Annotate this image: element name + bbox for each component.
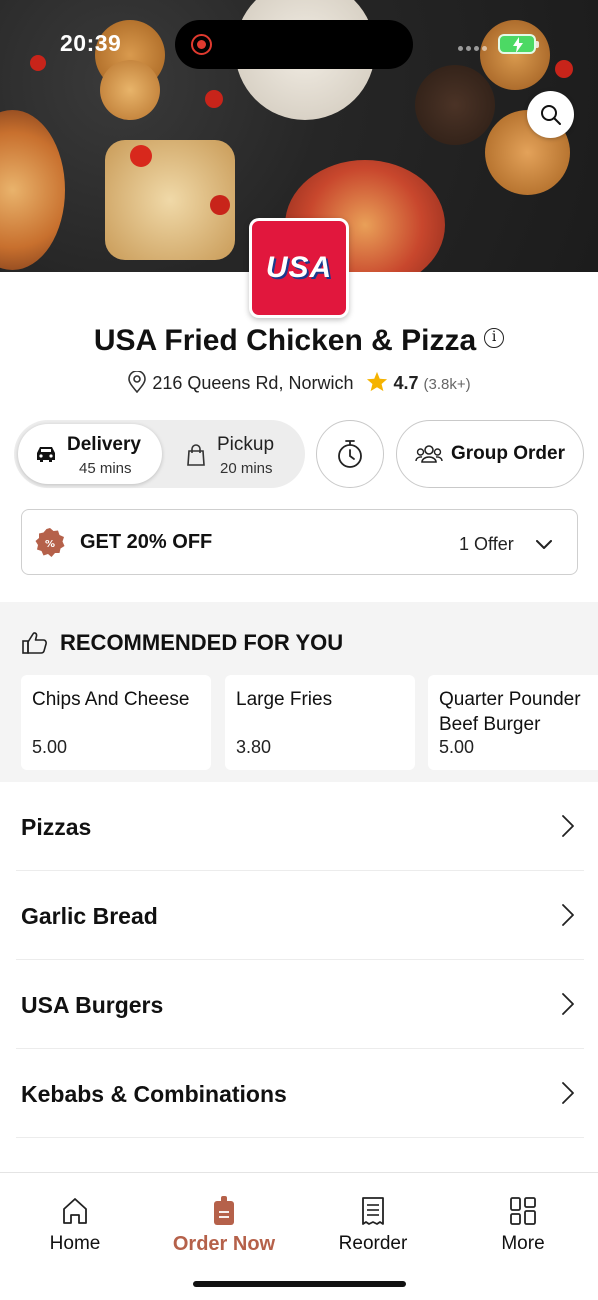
star-icon xyxy=(367,371,388,392)
restaurant-logo: USA xyxy=(249,218,349,318)
tab-label: Home xyxy=(49,1233,101,1254)
category-label: Pizzas xyxy=(21,814,92,840)
chevron-right-icon xyxy=(562,904,574,926)
offer-count: 1 Offer xyxy=(459,534,514,554)
search-button[interactable] xyxy=(527,91,574,138)
category-row-pizzas[interactable]: Pizzas xyxy=(16,782,584,871)
recommended-item[interactable]: Quarter Pounder Beef Burger Wit... 5.00 xyxy=(428,675,598,770)
dynamic-island xyxy=(175,20,413,69)
location-pin-icon xyxy=(128,370,147,394)
group-order-label: Group Order xyxy=(450,443,565,464)
restaurant-address: 216 Queens Rd, Norwich xyxy=(152,373,354,393)
item-name: Large Fries xyxy=(236,689,333,710)
logo-text: USA xyxy=(265,251,333,284)
item-price: 3.80 xyxy=(236,737,272,757)
category-label: USA Burgers xyxy=(21,992,164,1018)
rating-count: (3.8k+) xyxy=(423,376,471,393)
pickup-label: Pickup xyxy=(217,434,275,455)
recommended-header: RECOMMENDED FOR YOU xyxy=(22,630,343,656)
grid-icon xyxy=(510,1197,536,1225)
offer-title: GET 20% OFF xyxy=(80,531,213,553)
shopping-bag-icon xyxy=(187,444,205,466)
info-icon[interactable]: i xyxy=(484,328,505,349)
restaurant-name-row: USA Fried Chicken & Pizza i xyxy=(0,324,598,358)
delivery-option[interactable]: Delivery 45 mins xyxy=(18,424,162,484)
schedule-button[interactable] xyxy=(316,420,384,488)
order-bag-icon xyxy=(214,1196,234,1225)
delivery-label: Delivery xyxy=(67,434,141,455)
discount-badge-icon: % xyxy=(35,528,65,557)
category-row-kebabs[interactable]: Kebabs & Combinations xyxy=(16,1049,584,1138)
tab-reorder[interactable]: Reorder xyxy=(313,1193,433,1255)
recommended-section: RECOMMENDED FOR YOU Chips And Cheese 5.0… xyxy=(0,602,598,782)
recommended-item[interactable]: Chips And Cheese 5.00 xyxy=(21,675,211,770)
restaurant-details: 216 Queens Rd, Norwich 4.7 (3.8k+) xyxy=(0,370,598,394)
home-icon xyxy=(63,1198,87,1224)
search-icon xyxy=(540,104,561,125)
signal-icon xyxy=(458,46,487,51)
delivery-time: 45 mins xyxy=(79,460,132,477)
recording-indicator-icon xyxy=(191,34,212,55)
offer-banner[interactable]: % GET 20% OFF 1 Offer xyxy=(21,509,578,575)
chevron-right-icon xyxy=(562,815,574,837)
tab-more[interactable]: More xyxy=(463,1193,583,1255)
pickup-option[interactable]: Pickup 20 mins xyxy=(164,420,305,488)
order-mode-toggle: Delivery 45 mins Pickup 20 mins xyxy=(14,420,305,488)
category-label: Garlic Bread xyxy=(21,903,158,929)
car-icon xyxy=(37,447,55,462)
chevron-down-icon xyxy=(536,540,552,549)
category-row-usa-burgers[interactable]: USA Burgers xyxy=(16,960,584,1049)
stopwatch-icon xyxy=(338,440,362,468)
receipt-icon xyxy=(362,1197,384,1225)
category-row-garlic-bread[interactable]: Garlic Bread xyxy=(16,871,584,960)
pickup-time: 20 mins xyxy=(220,460,273,477)
item-name: Quarter Pounder Beef Burger Wit... xyxy=(439,689,581,735)
thumbs-up-icon xyxy=(22,632,47,654)
chevron-right-icon xyxy=(562,993,574,1015)
recommended-item[interactable]: Large Fries 3.80 xyxy=(225,675,415,770)
home-indicator xyxy=(193,1281,406,1287)
group-people-icon xyxy=(415,445,443,463)
restaurant-name: USA Fried Chicken & Pizza xyxy=(93,324,477,357)
battery-charging-icon xyxy=(498,34,539,54)
tab-label: Order Now xyxy=(172,1233,276,1255)
rating-value: 4.7 xyxy=(393,373,419,393)
item-price: 5.00 xyxy=(439,737,475,757)
tab-label: More xyxy=(501,1233,545,1254)
chevron-right-icon xyxy=(562,1082,574,1104)
recommended-title: RECOMMENDED FOR YOU xyxy=(60,630,344,655)
tab-label: Reorder xyxy=(338,1233,408,1254)
svg-text:%: % xyxy=(45,539,55,550)
tab-order-now[interactable]: Order Now xyxy=(164,1193,284,1256)
group-order-button[interactable]: Group Order xyxy=(396,420,584,488)
tab-home[interactable]: Home xyxy=(15,1193,135,1255)
item-name: Chips And Cheese xyxy=(32,689,190,710)
item-price: 5.00 xyxy=(32,737,68,757)
category-label: Kebabs & Combinations xyxy=(21,1081,287,1107)
status-bar-time: 20:39 xyxy=(60,30,122,56)
